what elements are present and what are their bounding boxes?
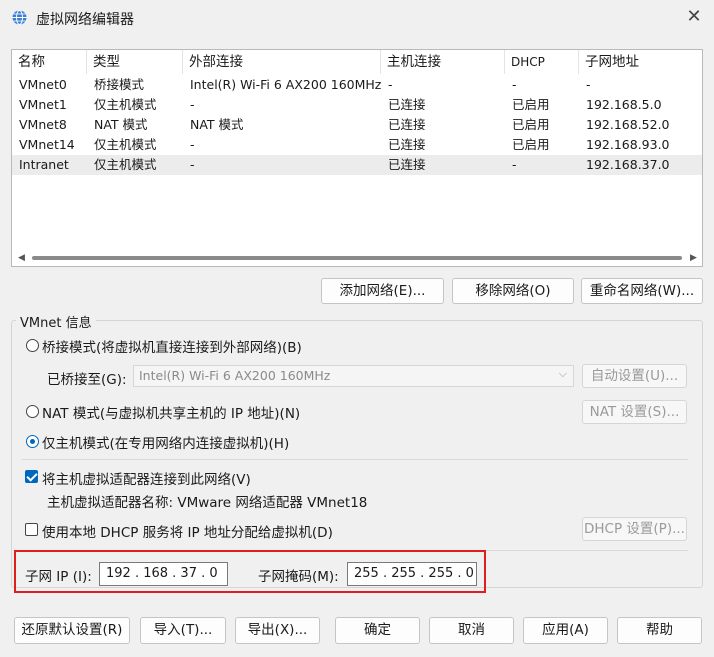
table-cell: 已启用 bbox=[512, 117, 550, 132]
table-cell: - bbox=[190, 137, 195, 152]
table-cell: 192.168.37.0 bbox=[586, 157, 670, 172]
ok-button[interactable]: 确定 bbox=[335, 617, 420, 644]
table-cell: VMnet8 bbox=[19, 117, 67, 132]
nat-settings-button[interactable]: NAT 设置(S)... bbox=[582, 400, 687, 424]
export-button[interactable]: 导出(X)... bbox=[235, 617, 320, 644]
table-cell: 仅主机模式 bbox=[94, 97, 157, 112]
table-cell: 192.168.93.0 bbox=[586, 137, 670, 152]
horizontal-scrollbar[interactable]: ◀ ▶ bbox=[12, 251, 702, 265]
table-cell: 桥接模式 bbox=[94, 77, 145, 92]
add-network-button[interactable]: 添加网络(E)... bbox=[321, 278, 444, 304]
auto-settings-button[interactable]: 自动设置(U)... bbox=[582, 364, 687, 388]
table-cell: - bbox=[512, 77, 517, 92]
help-button[interactable]: 帮助 bbox=[617, 617, 702, 644]
table-cell: - bbox=[388, 77, 393, 92]
table-cell: 192.168.5.0 bbox=[586, 97, 662, 112]
bridged-to-value: Intel(R) Wi-Fi 6 AX200 160MHz bbox=[139, 368, 331, 383]
table-cell: - bbox=[586, 77, 591, 92]
close-icon[interactable]: ✕ bbox=[682, 5, 706, 29]
table-cell: - bbox=[190, 97, 195, 112]
table-cell: 仅主机模式 bbox=[94, 137, 157, 152]
adapter-name-label: 主机虚拟适配器名称: VMware 网络适配器 VMnet18 bbox=[47, 495, 368, 511]
subnet-mask-label: 子网掩码(M): bbox=[258, 569, 339, 585]
bridged-to-label: 已桥接至(G): bbox=[47, 372, 127, 388]
column-header-name[interactable]: 名称 bbox=[12, 50, 87, 74]
table-row[interactable]: VMnet1 仅主机模式 - 已连接 已启用 192.168.5.0 bbox=[12, 95, 702, 115]
network-list[interactable]: 名称 类型 外部连接 主机连接 DHCP 子网地址 VMnet0 桥接模式 Inte… bbox=[11, 49, 703, 267]
table-cell: VMnet14 bbox=[19, 137, 75, 152]
dhcp-label[interactable]: 使用本地 DHCP 服务将 IP 地址分配给虚拟机(D) bbox=[42, 521, 333, 541]
column-header-dhcp[interactable]: DHCP bbox=[505, 50, 579, 74]
host-only-radio[interactable] bbox=[26, 435, 39, 448]
window-title: 虚拟网络编辑器 bbox=[36, 12, 134, 28]
table-row[interactable]: VMnet8 NAT 模式 NAT 模式 已连接 已启用 192.168.52.0 bbox=[12, 115, 702, 135]
remove-network-button[interactable]: 移除网络(O) bbox=[452, 278, 574, 304]
table-cell: NAT 模式 bbox=[190, 117, 244, 132]
table-cell: 已启用 bbox=[512, 97, 550, 112]
table-row[interactable]: VMnet14 仅主机模式 - 已连接 已启用 192.168.93.0 bbox=[12, 135, 702, 155]
scrollbar-thumb[interactable] bbox=[32, 256, 682, 260]
table-row[interactable]: VMnet0 桥接模式 Intel(R) Wi-Fi 6 AX200 160MHz -… bbox=[12, 75, 702, 95]
scroll-left-icon[interactable]: ◀ bbox=[18, 251, 25, 265]
subnet-ip-field[interactable]: 192 . 168 . 37 . 0 bbox=[99, 562, 228, 586]
import-button[interactable]: 导入(T)... bbox=[140, 617, 226, 644]
table-cell: 已连接 bbox=[388, 137, 426, 152]
table-cell: 已连接 bbox=[388, 97, 426, 112]
subnet-mask-field[interactable]: 255 . 255 . 255 . 0 bbox=[347, 562, 477, 586]
table-cell: 仅主机模式 bbox=[94, 157, 157, 172]
column-header-host[interactable]: 主机连接 bbox=[381, 50, 505, 74]
scroll-right-icon[interactable]: ▶ bbox=[690, 251, 697, 265]
table-cell: VMnet1 bbox=[19, 97, 67, 112]
title-bar: 虚拟网络编辑器 ✕ bbox=[0, 0, 714, 36]
table-cell: Intel(R) Wi-Fi 6 AX200 160MHz bbox=[190, 77, 382, 92]
nat-radio[interactable] bbox=[26, 405, 39, 418]
table-cell: 已连接 bbox=[388, 117, 426, 132]
table-cell: Intranet bbox=[19, 157, 69, 172]
dhcp-settings-button[interactable]: DHCP 设置(P)... bbox=[582, 517, 687, 541]
bridged-to-select[interactable]: Intel(R) Wi-Fi 6 AX200 160MHz ⌵ bbox=[133, 365, 574, 387]
table-cell: NAT 模式 bbox=[94, 117, 148, 132]
vmnet-info-group bbox=[11, 320, 703, 588]
column-header-external[interactable]: 外部连接 bbox=[183, 50, 381, 74]
cancel-button[interactable]: 取消 bbox=[429, 617, 514, 644]
chevron-down-icon: ⌵ bbox=[558, 367, 567, 380]
nat-radio-label[interactable]: NAT 模式(与虚拟机共享主机的 IP 地址)(N) bbox=[42, 402, 300, 422]
network-globe-icon bbox=[12, 10, 27, 25]
bridged-radio-label[interactable]: 桥接模式(将虚拟机直接连接到外部网络)(B) bbox=[42, 336, 302, 356]
table-cell: 已连接 bbox=[388, 157, 426, 172]
column-header-subnet[interactable]: 子网地址 bbox=[579, 50, 702, 74]
column-header-type[interactable]: 类型 bbox=[87, 50, 183, 74]
dhcp-checkbox[interactable] bbox=[25, 523, 38, 536]
vmnet-info-label: VMnet 信息 bbox=[16, 312, 96, 331]
table-cell: 192.168.52.0 bbox=[586, 117, 670, 132]
subnet-ip-label: 子网 IP (I): bbox=[25, 569, 92, 585]
connect-adapter-label[interactable]: 将主机虚拟适配器连接到此网络(V) bbox=[42, 468, 251, 488]
connect-adapter-checkbox[interactable] bbox=[25, 470, 38, 483]
table-cell: - bbox=[190, 157, 195, 172]
restore-defaults-button[interactable]: 还原默认设置(R) bbox=[14, 617, 130, 644]
rename-network-button[interactable]: 重命名网络(W)... bbox=[581, 278, 703, 304]
table-row[interactable]: Intranet 仅主机模式 - 已连接 - 192.168.37.0 bbox=[12, 155, 702, 175]
table-cell: - bbox=[512, 157, 517, 172]
apply-button[interactable]: 应用(A) bbox=[523, 617, 608, 644]
host-only-radio-label[interactable]: 仅主机模式(在专用网络内连接虚拟机)(H) bbox=[42, 432, 289, 452]
bridged-radio[interactable] bbox=[26, 339, 39, 352]
divider bbox=[22, 459, 688, 460]
table-cell: VMnet0 bbox=[19, 77, 67, 92]
table-cell: 已启用 bbox=[512, 137, 550, 152]
